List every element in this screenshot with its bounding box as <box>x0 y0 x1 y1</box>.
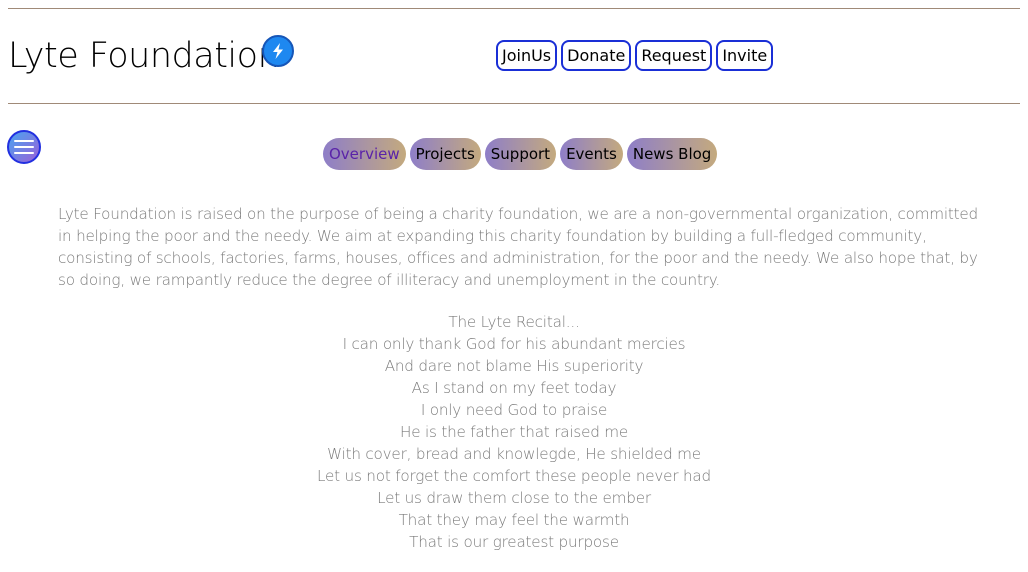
poem-line: He is the father that raised me <box>399 423 629 441</box>
poem-title: The Lyte Recital... <box>448 313 580 331</box>
poem-line: And dare not blame His superiority <box>384 357 644 375</box>
tab-events[interactable]: Events <box>560 138 623 170</box>
tab-projects[interactable]: Projects <box>409 138 481 170</box>
header-actions: JoinUs Donate Request Invite <box>496 40 774 71</box>
lightning-bolt-icon[interactable] <box>262 35 294 67</box>
poem-line: Let us not forget the comfort these peop… <box>317 467 711 485</box>
lightning-bolt-glyph <box>273 43 283 59</box>
header-divider <box>8 103 1020 104</box>
request-button[interactable]: Request <box>635 40 713 71</box>
hamburger-menu-icon[interactable] <box>7 130 41 164</box>
poem-line: As I stand on my feet today <box>411 379 617 397</box>
poem-line: I only need God to praise <box>420 401 608 419</box>
tab-news-blog[interactable]: News Blog <box>626 138 718 170</box>
top-divider <box>8 8 1020 9</box>
poem-line: That they may feel the warmth <box>398 511 630 529</box>
intro-paragraph: Lyte Foundation is raised on the purpose… <box>58 205 978 289</box>
site-title: Lyte Foundation <box>8 36 280 76</box>
poem-line: I can only thank God for his abundant me… <box>342 335 686 353</box>
brand: Lyte Foundation <box>8 34 280 78</box>
poem: The Lyte Recital... I can only thank God… <box>0 311 1028 553</box>
tab-overview[interactable]: Overview <box>323 138 406 170</box>
join-us-button[interactable]: JoinUs <box>496 40 558 71</box>
tab-support[interactable]: Support <box>484 138 557 170</box>
poem-line: With cover, bread and knowlegde, He shie… <box>327 445 701 463</box>
donate-button[interactable]: Donate <box>561 40 632 71</box>
hamburger-lines <box>14 140 34 154</box>
main-nav: Overview Projects Support Events News Bl… <box>323 138 718 170</box>
poem-line: Let us draw them close to the ember <box>377 489 651 507</box>
invite-button[interactable]: Invite <box>716 40 774 71</box>
poem-line: That is our greatest purpose <box>409 533 619 551</box>
